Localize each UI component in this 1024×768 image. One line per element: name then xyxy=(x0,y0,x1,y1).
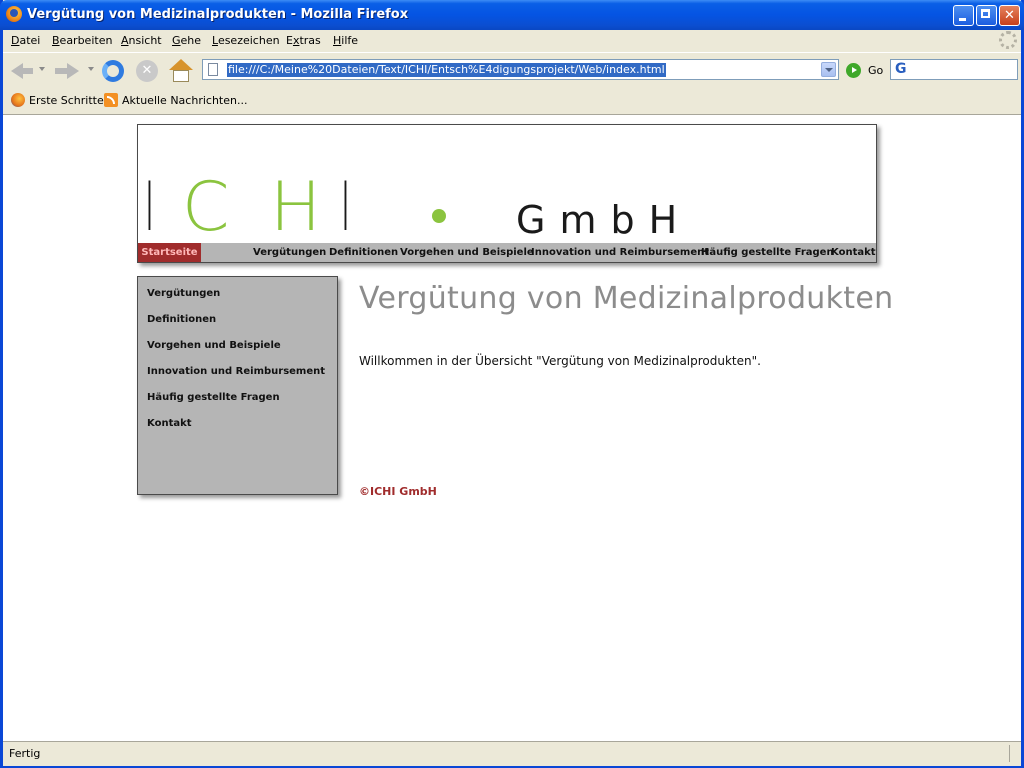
browser-window: Vergütung von Medizinalprodukten - Mozil… xyxy=(0,0,1024,768)
url-history-dropdown-icon[interactable] xyxy=(821,62,836,77)
back-dropdown-icon[interactable] xyxy=(39,67,47,73)
go-arrow-icon xyxy=(846,63,861,78)
window-title: Vergütung von Medizinalprodukten - Mozil… xyxy=(27,7,409,22)
status-bar: Fertig xyxy=(3,741,1021,766)
rss-feed-icon xyxy=(104,93,118,107)
menu-extras[interactable]: Extras xyxy=(286,34,321,47)
menu-bar: Datei Bearbeiten Ansicht Gehe Lesezeiche… xyxy=(3,30,1021,52)
bookmarks-toolbar: Erste Schritte Aktuelle Nachrichten... xyxy=(3,88,1021,115)
title-bar[interactable]: Vergütung von Medizinalprodukten - Mozil… xyxy=(0,0,1024,30)
google-search-engine-icon[interactable]: G xyxy=(895,62,907,77)
status-panel-divider xyxy=(1009,745,1011,762)
forward-dropdown-icon[interactable] xyxy=(88,67,96,73)
logo-dot xyxy=(432,209,446,223)
sidebar-item-innovation[interactable]: Innovation und Reimbursement xyxy=(147,366,325,377)
maximize-button[interactable] xyxy=(976,5,997,26)
stop-icon[interactable] xyxy=(135,59,159,83)
logo-gmbh: GmbH xyxy=(516,198,692,242)
sidebar-item-vorgehen[interactable]: Vorgehen und Beispiele xyxy=(147,340,281,351)
bookmark-aktuelle-nachrichten[interactable]: Aktuelle Nachrichten... xyxy=(104,93,247,107)
firefox-icon xyxy=(11,93,25,107)
page-title: Vergütung von Medizinalprodukten xyxy=(359,281,894,316)
topnav-kontakt[interactable]: Kontakt xyxy=(831,243,876,262)
go-label: Go xyxy=(868,64,884,77)
topnav-faq[interactable]: Häufig gestellte Fragen xyxy=(701,243,834,262)
search-input[interactable]: G xyxy=(890,59,1018,80)
sidebar: Vergütungen Definitionen Vorgehen und Be… xyxy=(137,276,338,495)
back-arrow-icon[interactable] xyxy=(9,59,35,83)
logo-letter-i: I xyxy=(144,168,156,247)
menu-datei[interactable]: Datei xyxy=(11,34,40,47)
logo-letter-h: H xyxy=(270,168,322,247)
top-navigation: Startseite Vergütungen Definitionen Vorg… xyxy=(138,243,876,262)
home-icon[interactable] xyxy=(169,59,193,83)
menu-bearbeiten[interactable]: Bearbeiten xyxy=(52,34,112,47)
throbber-icon xyxy=(999,31,1017,49)
sidebar-item-definitionen[interactable]: Definitionen xyxy=(147,314,216,325)
page-icon xyxy=(208,63,218,76)
reload-icon[interactable] xyxy=(101,59,125,83)
site-header: I C H I GmbH Startseite Vergütungen Defi… xyxy=(137,124,877,263)
bookmark-erste-schritte[interactable]: Erste Schritte xyxy=(11,93,104,107)
url-text[interactable]: file:///C:/Meine%20Dateien/Text/ICHI/Ent… xyxy=(227,63,666,77)
forward-arrow-icon[interactable] xyxy=(55,59,81,83)
status-text: Fertig xyxy=(9,747,41,760)
sidebar-item-kontakt[interactable]: Kontakt xyxy=(147,418,192,429)
close-button[interactable] xyxy=(999,5,1020,26)
sidebar-item-faq[interactable]: Häufig gestellte Fragen xyxy=(147,392,280,403)
firefox-app-icon[interactable] xyxy=(6,6,22,22)
copyright-notice: ©ICHI GmbH xyxy=(359,485,437,498)
go-button[interactable]: Go xyxy=(846,62,886,80)
menu-gehe[interactable]: Gehe xyxy=(172,34,201,47)
topnav-verguetungen[interactable]: Vergütungen xyxy=(253,243,326,262)
minimize-button[interactable] xyxy=(953,5,974,26)
logo-letter-c: C xyxy=(182,168,230,247)
topnav-definitionen[interactable]: Definitionen xyxy=(329,243,398,262)
menu-ansicht[interactable]: Ansicht xyxy=(121,34,162,47)
menu-lesezeichen[interactable]: Lesezeichen xyxy=(212,34,280,47)
logo-letter-i: I xyxy=(340,168,352,247)
topnav-startseite[interactable]: Startseite xyxy=(138,243,201,262)
navigation-toolbar: file:///C:/Meine%20Dateien/Text/ICHI/Ent… xyxy=(3,52,1021,89)
welcome-text: Willkommen in der Übersicht "Vergütung v… xyxy=(359,354,761,368)
sidebar-item-verguetungen[interactable]: Vergütungen xyxy=(147,288,220,299)
url-bar[interactable]: file:///C:/Meine%20Dateien/Text/ICHI/Ent… xyxy=(202,59,839,80)
page-viewport: I C H I GmbH Startseite Vergütungen Defi… xyxy=(3,115,1021,741)
topnav-innovation[interactable]: Innovation und Reimbursement xyxy=(531,243,709,262)
menu-hilfe[interactable]: Hilfe xyxy=(333,34,358,47)
topnav-vorgehen[interactable]: Vorgehen und Beispiele xyxy=(400,243,534,262)
